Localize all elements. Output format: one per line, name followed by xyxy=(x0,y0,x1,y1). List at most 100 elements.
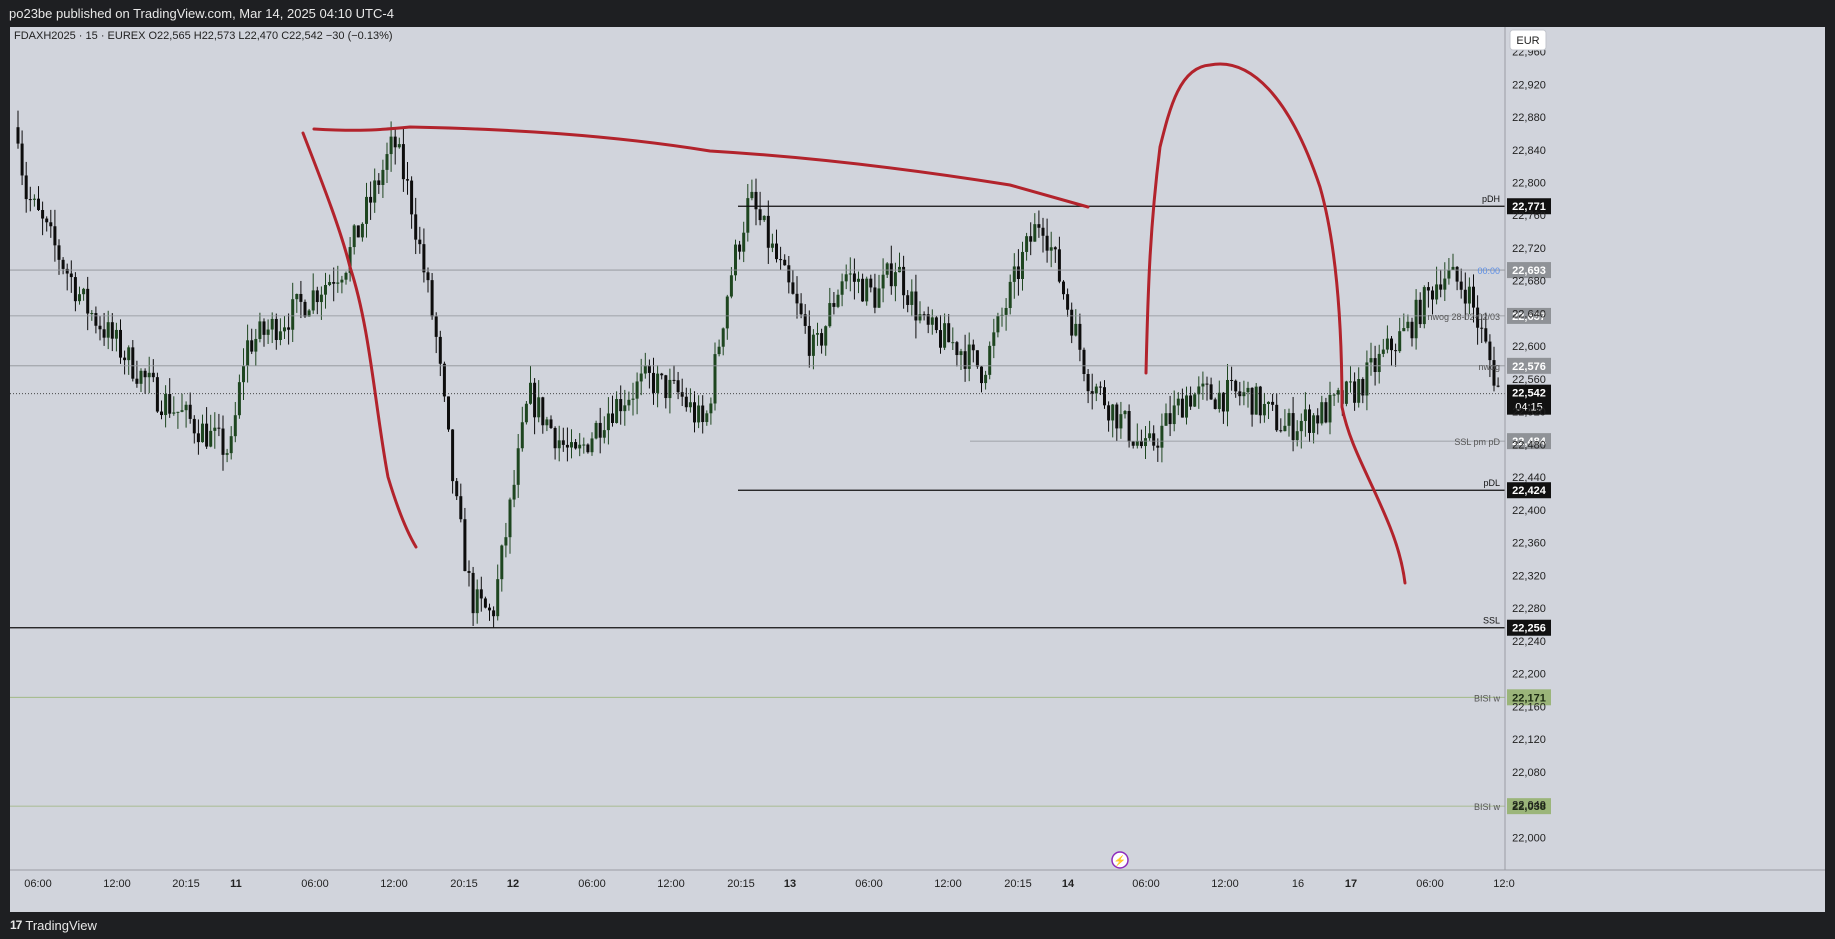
candle-body xyxy=(1226,379,1229,412)
last-price-label: 22,542 xyxy=(1512,388,1546,400)
candle-body xyxy=(1041,227,1045,236)
candle-body xyxy=(492,610,496,617)
candle-body xyxy=(1221,392,1225,412)
candle-body xyxy=(1299,420,1303,432)
candle-body xyxy=(1496,385,1500,387)
candle-body xyxy=(594,422,598,439)
candle-body xyxy=(1107,405,1111,421)
candle-body xyxy=(1324,402,1328,423)
candle-body xyxy=(176,411,180,413)
candle-body xyxy=(1258,386,1262,416)
publisher-line: po23be published on TradingView.com, Mar… xyxy=(9,6,394,21)
candle-body xyxy=(311,290,315,311)
candle-body xyxy=(623,405,627,412)
candle-body xyxy=(705,413,709,423)
candle-body xyxy=(98,325,102,330)
candle-body xyxy=(1262,403,1266,416)
candle-body xyxy=(471,572,475,614)
candle-body xyxy=(1455,266,1459,282)
candle-body xyxy=(553,427,557,449)
candle-body xyxy=(504,537,508,546)
candle-body xyxy=(258,321,262,339)
level-tag: SSL xyxy=(1483,616,1500,626)
time-tick-label: 13 xyxy=(784,878,796,890)
candle-body xyxy=(1012,266,1016,282)
candle-body xyxy=(1037,224,1041,228)
candle-body xyxy=(213,427,217,431)
price-tick-label: 22,240 xyxy=(1512,636,1546,648)
level-tag: nwog 28-02-02/03 xyxy=(1427,312,1500,322)
candle-body xyxy=(1320,402,1324,424)
candle-body xyxy=(1312,415,1316,433)
candle-body xyxy=(852,273,856,282)
price-tick-label: 22,360 xyxy=(1512,538,1546,550)
candle-body xyxy=(168,394,172,414)
candle-body xyxy=(975,350,979,367)
currency-label: EUR xyxy=(1516,35,1539,47)
candle-body xyxy=(684,396,688,408)
candle-body xyxy=(889,263,893,287)
candle-body xyxy=(1332,394,1336,396)
candle-body xyxy=(988,345,992,375)
candle-body xyxy=(1070,309,1074,336)
candle-body xyxy=(1131,441,1135,446)
candle-body xyxy=(1008,281,1012,308)
candle-body xyxy=(225,453,229,455)
chart-background xyxy=(10,27,1825,912)
candle-body xyxy=(459,496,463,520)
candle-body xyxy=(393,136,397,148)
candle-body xyxy=(602,430,606,438)
level-tag: SSL pm pD xyxy=(1454,437,1500,447)
candle-body xyxy=(123,357,127,361)
candle-body xyxy=(205,423,209,447)
candle-body xyxy=(1180,398,1184,418)
candle-body xyxy=(496,579,500,617)
candle-body xyxy=(1443,278,1447,290)
candle-body xyxy=(172,412,176,414)
candle-body xyxy=(315,290,319,303)
candle-body xyxy=(1414,299,1418,339)
candle-body xyxy=(910,291,914,305)
candle-body xyxy=(922,314,926,316)
candle-body xyxy=(844,274,848,282)
price-tick-label: 22,600 xyxy=(1512,341,1546,353)
candle-body xyxy=(934,317,938,331)
candle-body xyxy=(278,331,282,340)
candle-body xyxy=(520,422,524,449)
footer: 17 TradingView xyxy=(0,912,1835,939)
candle-body xyxy=(967,344,971,369)
candle-body xyxy=(582,444,586,446)
candle-body xyxy=(127,347,131,361)
price-tick-label: 22,280 xyxy=(1512,603,1546,615)
candle-body xyxy=(664,375,668,399)
candle-body xyxy=(1406,321,1410,329)
candle-body xyxy=(951,342,955,344)
price-tick-label: 22,640 xyxy=(1512,308,1546,320)
candle-body xyxy=(955,342,959,356)
price-tick-label: 22,720 xyxy=(1512,243,1546,255)
candle-body xyxy=(881,274,885,289)
candle-body xyxy=(1201,383,1205,387)
candle-body xyxy=(1431,290,1434,300)
candle-body xyxy=(893,272,897,287)
candle-body xyxy=(1402,328,1406,332)
brand[interactable]: 17 TradingView xyxy=(10,912,97,939)
candle-body xyxy=(992,332,996,346)
candle-body xyxy=(41,210,45,219)
candle-body xyxy=(516,448,520,485)
candle-body xyxy=(1029,236,1033,242)
candle-body xyxy=(1267,401,1270,404)
candle-body xyxy=(442,363,446,397)
candle-body xyxy=(840,281,844,295)
candle-body xyxy=(1357,379,1361,403)
candle-body xyxy=(90,313,94,315)
candle-body xyxy=(32,198,36,200)
candle-body xyxy=(873,287,877,308)
candle-body xyxy=(1472,286,1475,308)
candle-body xyxy=(430,280,434,317)
candle-body xyxy=(319,294,323,303)
candle-body xyxy=(537,397,541,418)
candle-body xyxy=(467,571,471,573)
price-chart[interactable]: pDH22,77100:00 22,693nwog 28-02-02/03 22,6… xyxy=(10,27,1825,912)
candle-body xyxy=(570,442,573,448)
